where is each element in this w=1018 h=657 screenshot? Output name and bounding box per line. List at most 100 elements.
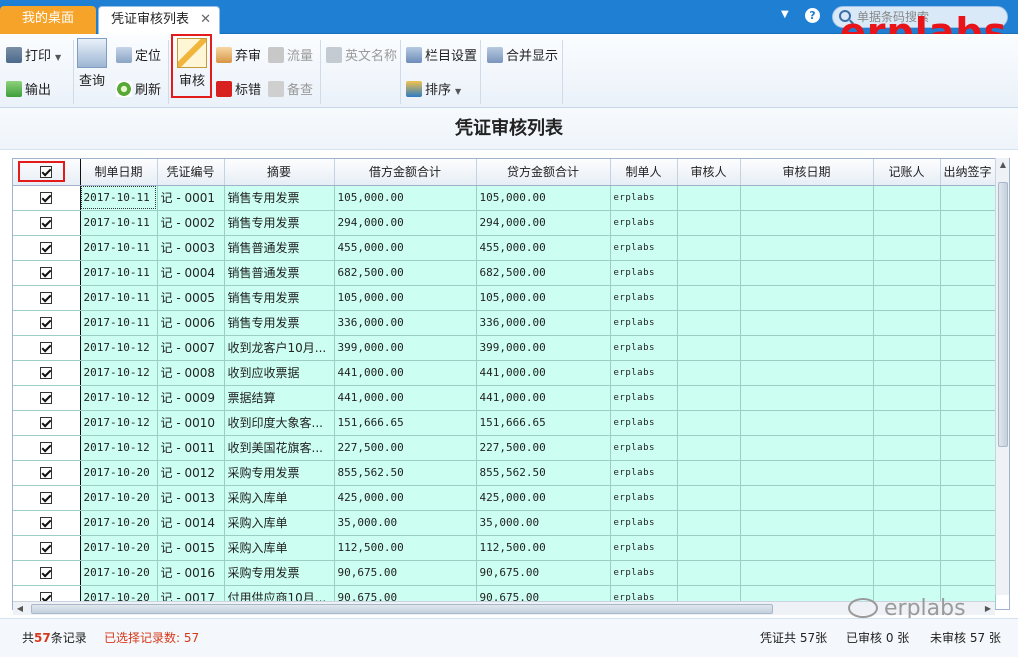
scroll-left-icon[interactable]: ◀ — [13, 602, 27, 616]
table-row[interactable]: 2017-10-12 记 - 0010 收到印度大象客... 151,666.65 15… — [13, 410, 996, 436]
cell-auditor[interactable] — [677, 385, 741, 411]
cell-summary[interactable]: 采购专用发票 — [224, 560, 335, 586]
cell-voucher-no[interactable]: 记 - 0003 — [157, 235, 225, 261]
chevron-down-icon[interactable]: ▼ — [55, 53, 61, 62]
cell-cashier-sign[interactable] — [940, 210, 996, 236]
col-header-voucher-no[interactable]: 凭证编号 — [157, 159, 225, 186]
table-row[interactable]: 2017-10-12 记 - 0011 收到美国花旗客... 227,500.00 22… — [13, 435, 996, 461]
table-row[interactable]: 2017-10-20 记 - 0013 采购入库单 425,000.00 425,000… — [13, 485, 996, 511]
cell-bookkeeper[interactable] — [873, 510, 941, 536]
cell-credit[interactable]: 441,000.00 — [476, 360, 611, 386]
cell-voucher-no[interactable]: 记 - 0011 — [157, 435, 225, 461]
cell-debit[interactable]: 112,500.00 — [334, 535, 477, 561]
tab-home[interactable]: 我的桌面 — [0, 6, 96, 34]
cell-date[interactable]: 2017-10-11 — [80, 235, 158, 261]
row-select-cell[interactable] — [13, 360, 81, 386]
cell-date[interactable]: 2017-10-11 — [80, 260, 158, 286]
cell-cashier-sign[interactable] — [940, 435, 996, 461]
cell-voucher-no[interactable]: 记 - 0004 — [157, 260, 225, 286]
cell-maker[interactable]: erplabs — [610, 385, 678, 411]
cell-summary[interactable]: 收到美国花旗客... — [224, 435, 335, 461]
row-checkbox[interactable] — [40, 392, 53, 404]
cell-auditor[interactable] — [677, 535, 741, 561]
cell-debit[interactable]: 35,000.00 — [334, 510, 477, 536]
cell-maker[interactable]: erplabs — [610, 285, 678, 311]
cell-debit[interactable]: 455,000.00 — [334, 235, 477, 261]
cell-auditor[interactable] — [677, 360, 741, 386]
tab-voucher-audit-list[interactable]: 凭证审核列表 ✕ — [98, 6, 220, 34]
table-row[interactable]: 2017-10-12 记 - 0009 票据结算 441,000.00 441,000.… — [13, 385, 996, 411]
cell-credit[interactable]: 105,000.00 — [476, 185, 611, 211]
cell-cashier-sign[interactable] — [940, 535, 996, 561]
col-header-summary[interactable]: 摘要 — [224, 159, 335, 186]
vertical-scrollbar[interactable]: ▲ — [995, 158, 1009, 595]
cell-date[interactable]: 2017-10-12 — [80, 360, 158, 386]
cell-credit[interactable]: 105,000.00 — [476, 285, 611, 311]
cell-date[interactable]: 2017-10-20 — [80, 460, 158, 486]
cell-cashier-sign[interactable] — [940, 185, 996, 211]
help-icon[interactable]: ? — [805, 8, 820, 23]
cell-voucher-no[interactable]: 记 - 0015 — [157, 535, 225, 561]
cell-bookkeeper[interactable] — [873, 460, 941, 486]
cell-voucher-no[interactable]: 记 - 0016 — [157, 560, 225, 586]
cell-summary[interactable]: 采购专用发票 — [224, 460, 335, 486]
column-settings-button[interactable]: 栏目设置 — [406, 46, 477, 68]
cell-debit[interactable]: 399,000.00 — [334, 335, 477, 361]
query-button[interactable]: 查询 — [74, 38, 110, 102]
cell-summary[interactable]: 销售专用发票 — [224, 185, 335, 211]
cell-date[interactable]: 2017-10-11 — [80, 310, 158, 336]
row-select-cell[interactable] — [13, 185, 81, 211]
cell-credit[interactable]: 682,500.00 — [476, 260, 611, 286]
cell-maker[interactable]: erplabs — [610, 210, 678, 236]
horizontal-scroll-thumb[interactable] — [31, 604, 773, 614]
cell-credit[interactable]: 294,000.00 — [476, 210, 611, 236]
cell-audit-date[interactable] — [740, 485, 874, 511]
row-checkbox[interactable] — [40, 317, 53, 329]
cell-voucher-no[interactable]: 记 - 0013 — [157, 485, 225, 511]
cell-date[interactable]: 2017-10-12 — [80, 410, 158, 436]
cell-auditor[interactable] — [677, 335, 741, 361]
row-select-cell[interactable] — [13, 535, 81, 561]
cell-audit-date[interactable] — [740, 335, 874, 361]
row-select-cell[interactable] — [13, 410, 81, 436]
cell-auditor[interactable] — [677, 185, 741, 211]
cell-maker[interactable]: erplabs — [610, 510, 678, 536]
cell-maker[interactable]: erplabs — [610, 185, 678, 211]
col-header-maker[interactable]: 制单人 — [610, 159, 678, 186]
row-select-cell[interactable] — [13, 460, 81, 486]
scroll-right-icon[interactable]: ▶ — [981, 602, 995, 616]
row-select-cell[interactable] — [13, 510, 81, 536]
cell-debit[interactable]: 105,000.00 — [334, 285, 477, 311]
cell-auditor[interactable] — [677, 560, 741, 586]
row-checkbox[interactable] — [40, 417, 53, 429]
cell-summary[interactable]: 采购入库单 — [224, 510, 335, 536]
cell-maker[interactable]: erplabs — [610, 335, 678, 361]
cell-date[interactable]: 2017-10-11 — [80, 285, 158, 311]
cell-auditor[interactable] — [677, 235, 741, 261]
cell-auditor[interactable] — [677, 460, 741, 486]
row-checkbox[interactable] — [40, 467, 53, 479]
cell-auditor[interactable] — [677, 310, 741, 336]
cell-date[interactable]: 2017-10-20 — [80, 560, 158, 586]
cell-maker[interactable]: erplabs — [610, 410, 678, 436]
cell-auditor[interactable] — [677, 485, 741, 511]
cell-maker[interactable]: erplabs — [610, 460, 678, 486]
cell-auditor[interactable] — [677, 285, 741, 311]
cell-debit[interactable]: 441,000.00 — [334, 360, 477, 386]
cell-date[interactable]: 2017-10-20 — [80, 510, 158, 536]
cell-voucher-no[interactable]: 记 - 0010 — [157, 410, 225, 436]
cell-summary[interactable]: 销售专用发票 — [224, 285, 335, 311]
cell-debit[interactable]: 227,500.00 — [334, 435, 477, 461]
cell-debit[interactable]: 105,000.00 — [334, 185, 477, 211]
select-all-cell[interactable] — [13, 159, 81, 186]
cell-audit-date[interactable] — [740, 285, 874, 311]
cell-bookkeeper[interactable] — [873, 260, 941, 286]
cell-bookkeeper[interactable] — [873, 385, 941, 411]
sort-button[interactable]: 排序 ▼ — [406, 80, 461, 102]
cell-audit-date[interactable] — [740, 410, 874, 436]
cell-audit-date[interactable] — [740, 385, 874, 411]
cell-cashier-sign[interactable] — [940, 410, 996, 436]
cell-credit[interactable]: 151,666.65 — [476, 410, 611, 436]
cell-maker[interactable]: erplabs — [610, 360, 678, 386]
cell-voucher-no[interactable]: 记 - 0007 — [157, 335, 225, 361]
